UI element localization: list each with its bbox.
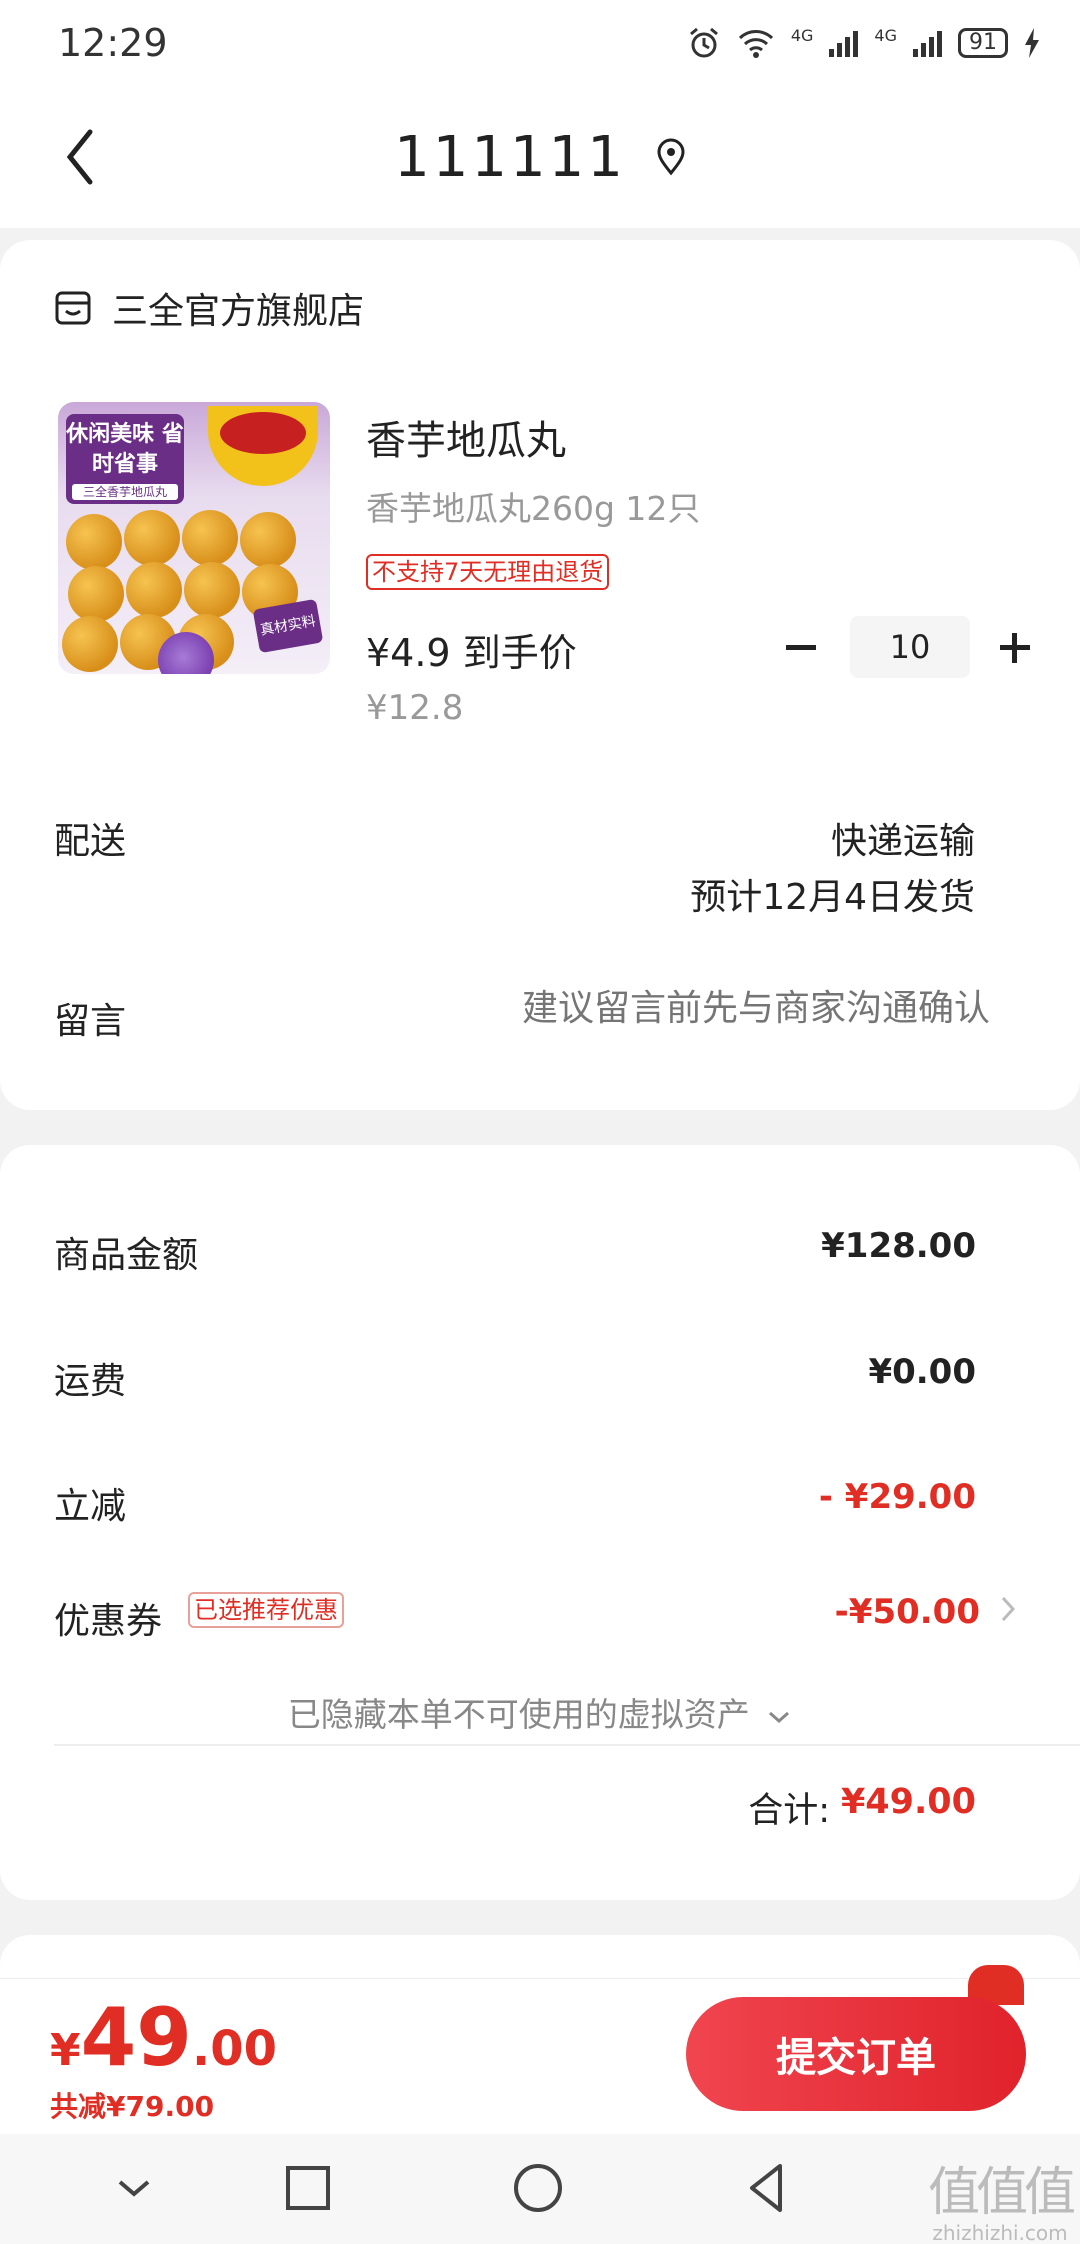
hidden-assets-text: 已隐藏本单不可使用的虚拟资产 xyxy=(287,1695,750,1734)
wifi-icon xyxy=(738,30,773,58)
network-label-a: 4G xyxy=(790,26,814,45)
status-icons: 4G 4G 91 xyxy=(687,26,1040,60)
discount-value: - ¥29.00 xyxy=(818,1477,976,1517)
location-pin-icon[interactable] xyxy=(656,138,686,176)
divider xyxy=(54,1744,1080,1746)
battery-icon: 91 xyxy=(958,28,1008,58)
signal-icon xyxy=(913,29,942,57)
chevron-down-icon xyxy=(769,1711,790,1723)
watermark-site: zhizhizhi.com xyxy=(932,2221,1068,2244)
store-icon xyxy=(55,291,91,325)
coupon-label[interactable]: 优惠券 xyxy=(54,1592,162,1644)
chevron-right-icon[interactable] xyxy=(998,1592,1018,1626)
message-input[interactable] xyxy=(430,988,990,1029)
coupon-value[interactable]: -¥50.00 xyxy=(835,1592,980,1632)
hidden-assets-toggle[interactable]: 已隐藏本单不可使用的虚拟资产 xyxy=(0,1688,1080,1736)
product-title: 香芋地瓜丸 xyxy=(366,418,566,464)
goods-amount-value: ¥128.00 xyxy=(821,1226,976,1266)
home-icon[interactable] xyxy=(506,2156,570,2220)
address-title[interactable]: 111111 xyxy=(394,125,626,190)
pay-amount: ¥49.00 xyxy=(50,1991,277,2084)
system-nav-bar xyxy=(0,2134,1080,2244)
total-value: ¥49.00 xyxy=(840,1782,976,1822)
page-title: 111111 xyxy=(394,125,686,190)
no-return-badge: 不支持7天无理由退货 xyxy=(366,554,610,590)
submit-order-button[interactable]: 提交订单 xyxy=(686,1997,1026,2111)
back-nav-icon[interactable] xyxy=(736,2156,800,2220)
charging-icon xyxy=(1025,28,1039,58)
alarm-icon xyxy=(689,27,718,58)
product-spec: 香芋地瓜丸260g 12只 xyxy=(366,489,701,528)
minus-icon[interactable] xyxy=(780,627,820,667)
network-label-b: 4G xyxy=(874,26,897,45)
back-icon[interactable] xyxy=(56,122,116,192)
quantity-stepper: 10 xyxy=(780,616,1034,678)
status-time: 12:29 xyxy=(58,21,168,65)
shipping-label: 配送 xyxy=(54,821,127,862)
watermark-logo: 值值值 xyxy=(927,2163,1076,2223)
total-saved: 共减¥79.00 xyxy=(50,2090,215,2123)
store-header[interactable]: 三全官方旗舰店 xyxy=(54,282,364,334)
shipping-method: 快递运输 xyxy=(830,821,975,862)
shipping-eta: 预计12月4日发货 xyxy=(690,877,975,918)
coupon-tag: 已选推荐优惠 xyxy=(188,1592,344,1628)
image-tag: 真材实料 xyxy=(252,598,324,654)
plus-icon[interactable] xyxy=(994,627,1034,667)
freight-value: ¥0.00 xyxy=(868,1352,976,1392)
watermark: 值值值 zhizhizhi.com xyxy=(927,2150,1076,2244)
store-name: 三全官方旗舰店 xyxy=(112,291,365,332)
status-bar: 12:29 4G 4G 91 xyxy=(0,0,1080,86)
discount-label: 立减 xyxy=(54,1486,127,1527)
message-label: 留言 xyxy=(54,1001,127,1042)
collapse-icon[interactable] xyxy=(102,2156,166,2220)
checkout-bar: ¥49.00 共减¥79.00 提交订单 xyxy=(0,1965,1080,2134)
product-card: 三全官方旗舰店 休闲美味 省时省事 三全香芋地瓜丸 真材实料 香芋地瓜丸 香芋地瓜… xyxy=(0,240,1080,1110)
image-banner: 休闲美味 省时省事 三全香芋地瓜丸 xyxy=(66,414,184,504)
total-label: 合计: xyxy=(748,1791,830,1831)
product-price: ¥4.9 到手价 xyxy=(366,631,577,675)
product-image[interactable]: 休闲美味 省时省事 三全香芋地瓜丸 真材实料 xyxy=(58,402,330,674)
nav-bar: 111111 xyxy=(0,86,1080,228)
freight-label: 运费 xyxy=(54,1361,127,1402)
goods-amount-label: 商品金额 xyxy=(54,1235,199,1276)
quantity-value[interactable]: 10 xyxy=(850,616,970,678)
signal-icon xyxy=(829,29,859,57)
product-original-price: ¥12.8 xyxy=(366,688,464,728)
sauce-bowl xyxy=(208,406,318,486)
recents-icon[interactable] xyxy=(276,2156,340,2220)
